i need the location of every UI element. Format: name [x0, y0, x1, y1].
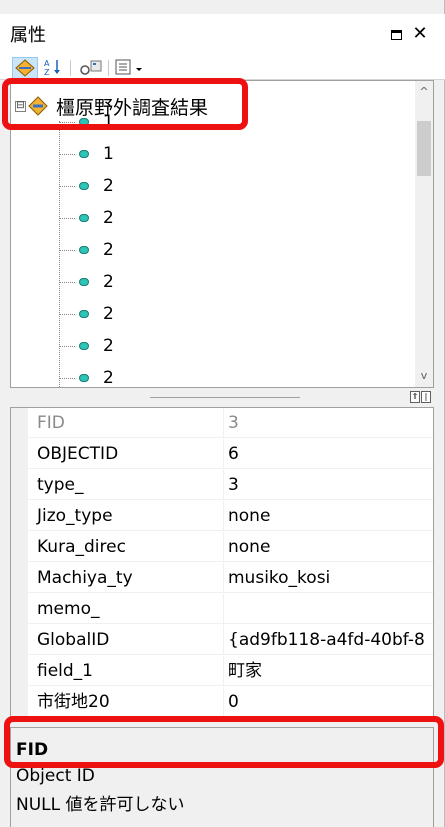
title-bar: 属性 ✕	[0, 14, 445, 56]
tree-connector-branch	[59, 313, 75, 315]
field-value[interactable]: {ad9fb118-a4fd-40bf-8	[225, 625, 433, 655]
grid-row[interactable]: 市街地20 0	[28, 687, 433, 717]
grid-row[interactable]: Machiya_ty musiko_kosi	[28, 563, 433, 593]
description-text-2: NULL 値を許可しない	[16, 795, 185, 815]
pane-toggle-icon[interactable]: |	[421, 391, 431, 403]
field-value[interactable]: 0	[225, 687, 433, 717]
feature-icon	[79, 214, 89, 222]
collapse-up-icon[interactable]: ⇑	[410, 391, 420, 403]
panel-title: 属性	[10, 25, 46, 46]
tree-item-label: 1	[103, 144, 114, 164]
tree-item[interactable]: 2	[59, 365, 114, 388]
maximize-button[interactable]	[385, 22, 407, 46]
toolbar-separator	[70, 60, 71, 76]
toolbar: A Z	[0, 56, 445, 80]
grid-row[interactable]: memo_	[28, 594, 433, 624]
field-value[interactable]	[225, 594, 433, 624]
field-value[interactable]: 3	[225, 470, 433, 500]
field-value[interactable]: none	[225, 532, 433, 562]
field-name: Kura_direc	[28, 532, 224, 562]
tree-item[interactable]: 2	[59, 173, 114, 199]
field-name: FID	[28, 408, 224, 438]
tree-scrollbar[interactable]: ^ v	[415, 81, 433, 387]
scroll-up-icon[interactable]: ^	[415, 83, 433, 101]
field-name: field_1	[28, 656, 224, 686]
svg-text:Z: Z	[44, 68, 50, 77]
tree-item[interactable]: 2	[59, 205, 114, 231]
sort-alphabetical-button[interactable]: A Z	[42, 57, 66, 79]
grid-row[interactable]: GlobalID {ad9fb118-a4fd-40bf-8	[28, 625, 433, 655]
editing-options-icon	[80, 60, 102, 75]
editing-options-button[interactable]	[78, 57, 104, 79]
tree-connector-branch	[59, 281, 75, 283]
tree-item-label: 2	[103, 304, 114, 324]
tree-item-label: 2	[103, 208, 114, 228]
attributes-layer-icon	[15, 59, 35, 77]
tree-connector-branch	[59, 217, 75, 219]
tree-connector-branch	[59, 153, 75, 155]
tree-connector-branch	[59, 249, 75, 251]
feature-icon	[79, 374, 89, 382]
tree-item[interactable]: 1	[59, 141, 114, 167]
field-name: OBJECTID	[28, 439, 224, 469]
attributes-panel: 属性 ✕ A Z ⊟ 橿原野外調査結果 1 1 2 2 2 2 2 2 2 ^ …	[0, 0, 445, 827]
field-name: Jizo_type	[28, 501, 224, 531]
tree-connector-branch	[59, 345, 75, 347]
highlight-tree-root	[2, 78, 248, 130]
list-options-dropdown-icon	[115, 59, 142, 75]
feature-icon	[79, 310, 89, 318]
splitter-buttons: ⇑ |	[410, 391, 432, 403]
grid-row[interactable]: OBJECTID 6	[28, 439, 433, 469]
grid-row[interactable]: type_ 3	[28, 470, 433, 500]
description-text: Object ID	[16, 766, 95, 786]
grid-margin	[11, 408, 28, 718]
sort-alphabetical-icon: A Z	[44, 59, 60, 77]
tree-item[interactable]: 2	[59, 269, 114, 295]
grid-row[interactable]: field_1 町家	[28, 656, 433, 686]
tree-item-label: 2	[103, 176, 114, 196]
grid-row[interactable]: Kura_direc none	[28, 532, 433, 562]
tree-item[interactable]: 2	[59, 301, 114, 327]
toolbar-separator	[108, 60, 109, 76]
field-value: 3	[228, 413, 239, 433]
pane-splitter[interactable]: ⇑ |	[10, 390, 434, 404]
attributes-layer-button[interactable]	[12, 57, 38, 79]
highlight-grid-row	[4, 716, 444, 768]
tree-item-label: 2	[103, 272, 114, 292]
field-value[interactable]: 町家	[225, 656, 433, 686]
tree-item-label: 2	[103, 240, 114, 260]
feature-icon	[79, 342, 89, 350]
feature-icon	[79, 182, 89, 190]
maximize-icon	[390, 29, 402, 40]
splitter-grip[interactable]	[150, 397, 300, 398]
property-grid: FID 3 OBJECTID 6 type_ 3 Jizo_type none Kura_dir…	[10, 407, 434, 719]
tree-item[interactable]: 2	[59, 237, 114, 263]
close-button[interactable]: ✕	[409, 22, 431, 46]
tree-connector-branch	[59, 185, 75, 187]
field-value[interactable]: musiko_kosi	[225, 563, 433, 593]
grid-row[interactable]: FID 3	[28, 408, 433, 438]
field-value[interactable]: 6	[225, 439, 433, 469]
scroll-down-icon[interactable]: v	[415, 367, 433, 385]
field-name: GlobalID	[28, 625, 224, 655]
field-name: type_	[28, 470, 224, 500]
feature-icon	[79, 246, 89, 254]
list-options-dropdown[interactable]	[114, 57, 148, 79]
tree-connector-branch	[59, 377, 75, 379]
tree-item[interactable]: 2	[59, 333, 114, 359]
feature-icon	[79, 150, 89, 158]
field-name: memo_	[28, 594, 224, 624]
field-name: Machiya_ty	[28, 563, 224, 593]
scroll-thumb[interactable]	[417, 121, 431, 176]
svg-text:A: A	[44, 59, 50, 68]
field-value[interactable]: none	[225, 501, 433, 531]
tree-item-label: 2	[103, 368, 114, 388]
field-name: 市街地20	[28, 687, 224, 717]
tree-item-label: 2	[103, 336, 114, 356]
grid-row[interactable]: Jizo_type none	[28, 501, 433, 531]
feature-icon	[79, 278, 89, 286]
